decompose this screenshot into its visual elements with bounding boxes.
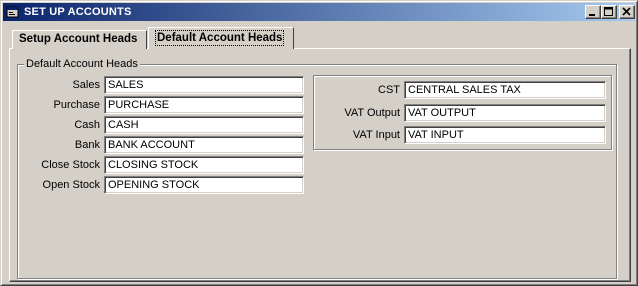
sales-label: Sales [72, 79, 100, 91]
cst-field[interactable] [404, 81, 606, 99]
open-stock-label: Open Stock [42, 179, 100, 191]
bank-label: Bank [74, 139, 100, 151]
cst-label: CST [378, 84, 400, 96]
maximize-icon [604, 7, 613, 16]
app-icon[interactable] [6, 5, 20, 19]
tab-label: Setup Account Heads [19, 33, 138, 45]
tab-setup-account-heads[interactable]: Setup Account Heads [12, 30, 147, 49]
sales-field[interactable] [104, 76, 304, 94]
title-bar[interactable]: SET UP ACCOUNTS [3, 3, 635, 21]
tab-label: Default Account Heads [155, 30, 285, 46]
window-title: SET UP ACCOUNTS [24, 6, 132, 18]
close-button[interactable] [619, 5, 635, 19]
cash-field[interactable] [104, 116, 304, 134]
close-stock-label: Close Stock [41, 159, 100, 171]
close-icon [622, 7, 631, 16]
vat-input-label: VAT Input [352, 129, 400, 141]
minimize-button[interactable] [585, 5, 601, 19]
vat-input-field[interactable] [404, 126, 606, 144]
bank-field[interactable] [104, 136, 304, 154]
open-stock-field[interactable] [104, 176, 304, 194]
minimize-icon [589, 14, 595, 16]
tab-default-account-heads[interactable]: Default Account Heads [148, 27, 294, 49]
purchase-field[interactable] [104, 96, 304, 114]
cash-label: Cash [74, 119, 100, 131]
purchase-label: Purchase [53, 99, 100, 111]
vat-output-label: VAT Output [344, 107, 400, 119]
close-stock-field[interactable] [104, 156, 304, 174]
vat-output-field[interactable] [404, 104, 606, 122]
setup-accounts-window: SET UP ACCOUNTS Setup Account Heads Defa… [0, 0, 638, 286]
group-legend: Default Account Heads [24, 58, 140, 70]
maximize-button[interactable] [601, 5, 617, 19]
